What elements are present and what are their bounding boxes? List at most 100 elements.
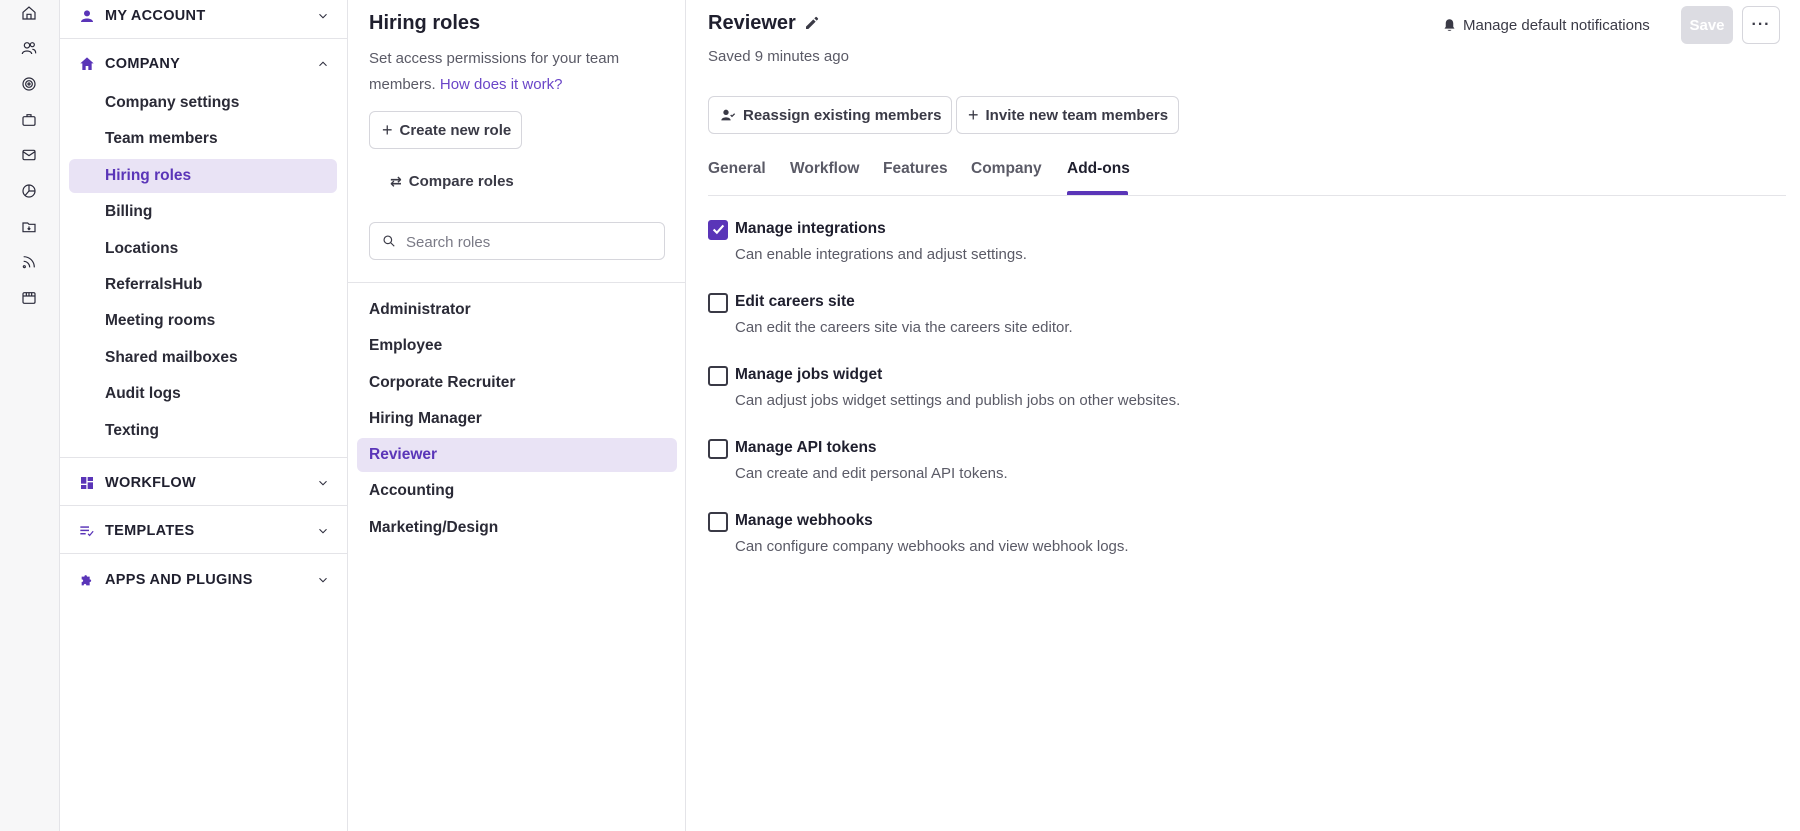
roles-panel: Hiring roles Set access permissions for … (348, 0, 686, 831)
settings-nav: MY ACCOUNT COMPANY Company settings Team… (60, 0, 348, 831)
user-check-icon (720, 107, 736, 123)
mail-icon[interactable] (20, 146, 38, 164)
permission-title: Manage integrations (735, 220, 886, 237)
role-name: Reviewer (708, 12, 796, 34)
nav-item-audit-logs[interactable]: Audit logs (69, 377, 337, 411)
permission-title: Manage jobs widget (735, 366, 883, 383)
divider (60, 457, 348, 458)
check-icon (712, 224, 725, 235)
permission-description: Can adjust jobs widget settings and publ… (735, 392, 1181, 409)
permission-description: Can configure company webhooks and view … (735, 538, 1129, 555)
permission-title: Edit careers site (735, 293, 855, 310)
saved-status: Saved 9 minutes ago (708, 48, 849, 65)
role-item-administrator[interactable]: Administrator (357, 293, 677, 327)
compare-roles-button[interactable]: ⇄ Compare roles (390, 164, 514, 198)
role-item-hiring-manager[interactable]: Hiring Manager (357, 402, 677, 436)
reassign-members-label: Reassign existing members (743, 106, 942, 124)
nav-item-hiring-roles[interactable]: Hiring roles (69, 159, 337, 193)
manage-integrations-checkbox[interactable] (708, 220, 728, 240)
manage-jobs-widget-checkbox[interactable] (708, 366, 728, 386)
reassign-members-button[interactable]: Reassign existing members (708, 96, 953, 134)
divider (60, 553, 348, 554)
edit-careers-site-checkbox[interactable] (708, 293, 728, 313)
swap-icon: ⇄ (390, 172, 402, 189)
role-item-employee[interactable]: Employee (357, 329, 677, 363)
section-workflow[interactable]: WORKFLOW (60, 459, 348, 507)
section-templates[interactable]: TEMPLATES (60, 507, 348, 555)
nav-item-referralshub[interactable]: ReferralsHub (69, 268, 337, 302)
home-icon[interactable] (20, 4, 38, 22)
roles-title: Hiring roles (369, 12, 481, 34)
divider (60, 38, 348, 39)
nav-item-locations[interactable]: Locations (69, 232, 337, 266)
roles-description: Set access permissions for your team mem… (369, 46, 649, 98)
section-label: COMPANY (105, 56, 181, 72)
role-item-reviewer[interactable]: Reviewer (357, 438, 677, 472)
briefcase-icon[interactable] (20, 111, 38, 129)
nav-item-company-settings[interactable]: Company settings (69, 86, 337, 120)
puzzle-icon (78, 571, 96, 589)
invite-members-button[interactable]: + Invite new team members (956, 96, 1180, 134)
manage-notifications-button[interactable]: Manage default notifications (1442, 14, 1650, 36)
tabs-divider (708, 195, 1786, 196)
permission-description: Can edit the careers site via the career… (735, 319, 1073, 336)
divider (348, 282, 686, 283)
role-item-marketing-design[interactable]: Marketing/Design (357, 511, 677, 545)
chevron-down-icon (316, 476, 330, 490)
role-detail-panel: Reviewer Saved 9 minutes ago Manage defa… (686, 0, 1800, 831)
section-label: MY ACCOUNT (105, 8, 206, 24)
role-item-corporate-recruiter[interactable]: Corporate Recruiter (357, 366, 677, 400)
rss-icon[interactable] (20, 253, 38, 271)
nav-item-texting[interactable]: Texting (69, 414, 337, 448)
role-item-accounting[interactable]: Accounting (357, 474, 677, 508)
save-button[interactable]: Save (1681, 6, 1733, 44)
target-icon[interactable] (20, 75, 38, 93)
nav-item-billing[interactable]: Billing (69, 195, 337, 229)
chevron-down-icon (316, 524, 330, 538)
tab-general[interactable]: General (708, 155, 766, 195)
create-role-button[interactable]: + Create new role (369, 111, 523, 149)
invite-members-label: Invite new team members (985, 106, 1169, 124)
dashboard-icon (78, 474, 96, 492)
chevron-up-icon (316, 57, 330, 71)
search-roles[interactable] (369, 222, 665, 260)
compare-roles-label: Compare roles (408, 172, 514, 190)
pie-chart-icon[interactable] (20, 182, 38, 200)
plus-icon: + (968, 104, 979, 125)
search-icon (383, 235, 395, 247)
chevron-down-icon (316, 573, 330, 587)
manage-webhooks-checkbox[interactable] (708, 512, 728, 532)
more-options-button[interactable]: ··· (1742, 6, 1780, 44)
section-label: TEMPLATES (105, 523, 195, 539)
search-roles-input[interactable] (406, 231, 656, 253)
section-apps-and-plugins[interactable]: APPS AND PLUGINS (60, 556, 348, 604)
nav-item-meeting-rooms[interactable]: Meeting rooms (69, 304, 337, 338)
section-company[interactable]: COMPANY (60, 40, 348, 88)
section-my-account[interactable]: MY ACCOUNT (60, 0, 348, 40)
divider (60, 505, 348, 506)
permission-title: Manage API tokens (735, 439, 877, 456)
tab-workflow[interactable]: Workflow (790, 155, 859, 195)
user-icon (78, 7, 96, 25)
icon-rail (0, 0, 60, 831)
nav-item-shared-mailboxes[interactable]: Shared mailboxes (69, 341, 337, 375)
help-link[interactable]: How does it work? (440, 76, 563, 93)
people-icon[interactable] (20, 39, 38, 57)
checklist-icon (78, 522, 96, 540)
store-icon[interactable] (20, 289, 38, 307)
tab-features[interactable]: Features (883, 155, 948, 195)
manage-notifications-label: Manage default notifications (1463, 16, 1650, 34)
pencil-icon[interactable] (804, 15, 822, 33)
permission-description: Can create and edit personal API tokens. (735, 465, 1008, 482)
tab-add-ons[interactable]: Add-ons (1067, 155, 1130, 195)
folder-icon[interactable] (20, 218, 38, 236)
chevron-down-icon (316, 9, 330, 23)
create-role-label: Create new role (399, 121, 512, 139)
nav-item-team-members[interactable]: Team members (69, 122, 337, 156)
section-label: APPS AND PLUGINS (105, 572, 253, 588)
permission-description: Can enable integrations and adjust setti… (735, 246, 1027, 263)
section-label: WORKFLOW (105, 475, 196, 491)
manage-api-tokens-checkbox[interactable] (708, 439, 728, 459)
tab-company[interactable]: Company (971, 155, 1042, 195)
permission-title: Manage webhooks (735, 512, 873, 529)
